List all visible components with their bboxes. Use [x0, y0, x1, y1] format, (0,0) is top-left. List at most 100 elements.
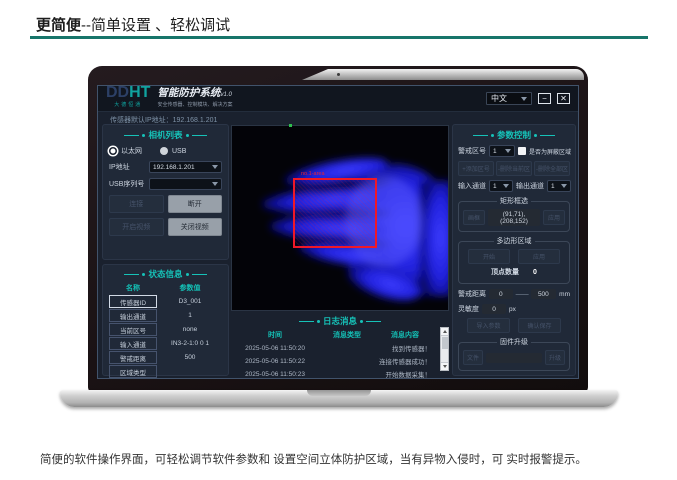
add-zone-button[interactable]: +添加区号	[458, 161, 494, 176]
delete-all-zones-button[interactable]: -删除全部区	[534, 161, 570, 176]
scroll-up-button[interactable]	[441, 328, 448, 336]
distance-unit-label: mm	[559, 291, 570, 298]
status-table: 名称 参数值 传感器IDD3_001 输出通道1 当前区号none 输入通道IN…	[108, 281, 223, 379]
sensitivity-unit-label: px	[509, 306, 516, 313]
detection-region-label: no.1-area	[301, 171, 325, 177]
firmware-upgrade-group: 固件升级 文件 升级	[458, 337, 570, 371]
import-params-button[interactable]: 导入参数	[467, 318, 510, 333]
status-value	[158, 365, 222, 378]
log-scrollbar[interactable]	[440, 327, 449, 371]
status-info-header: 状态信息	[103, 268, 228, 280]
app-titlebar: DDHT 大德恒通 智能防护系统v1.0 安全传感器、控制模块、解决方案 中文 …	[98, 86, 578, 112]
disconnect-button[interactable]: 断开	[168, 195, 223, 213]
delete-current-zone-button[interactable]: -删除当前区	[496, 161, 532, 176]
output-channel-select[interactable]: 1	[547, 180, 571, 192]
alert-distance-max-field[interactable]: 500	[531, 289, 557, 299]
alert-distance-min-field[interactable]: 0	[489, 289, 513, 299]
close-button[interactable]: ✕	[557, 93, 570, 104]
confirm-save-button[interactable]: 确认保存	[518, 318, 561, 333]
ethernet-radio-label: 以太网	[121, 146, 142, 156]
minimize-button[interactable]: −	[538, 93, 551, 104]
rect-coords-value: (91,71), (208,152)	[488, 209, 540, 226]
laptop-lid-edge	[302, 69, 584, 80]
ip-address-value: 192.168.1.201	[153, 164, 195, 171]
log-title: 日志消息	[323, 315, 357, 327]
log-type	[319, 342, 375, 354]
status-value: 1	[158, 309, 222, 322]
polygon-area-group: 多边形区域 开始 应用 顶点数量 0	[458, 236, 570, 284]
app-window: DDHT 大德恒通 智能防护系统v1.0 安全传感器、控制模块、解决方案 中文 …	[97, 85, 579, 379]
zone-number-select[interactable]: 1	[489, 145, 515, 157]
status-info-panel: 状态信息 名称 参数值 传感器IDD3_001 输出通道1 当前区号none 输…	[102, 264, 229, 376]
firmware-file-input[interactable]	[486, 353, 542, 363]
log-col-type: 消息类型	[319, 329, 375, 341]
table-row: 2025-05-06 11:50:22连接传感器成功！	[232, 355, 434, 367]
ethernet-radio[interactable]	[109, 147, 117, 155]
laptop-base	[60, 390, 618, 407]
chevron-down-icon	[212, 182, 218, 186]
connect-button[interactable]: 连接	[109, 195, 164, 213]
status-name: 输入通道	[109, 337, 157, 350]
language-select-value: 中文	[491, 93, 507, 104]
log-header: 日志消息	[231, 315, 449, 327]
page-title-bold: 更简便	[36, 17, 81, 34]
draw-rect-button[interactable]: 画框	[463, 210, 485, 225]
usb-radio[interactable]	[160, 147, 168, 155]
detection-region-box[interactable]: no.1-area	[293, 178, 377, 248]
chevron-down-icon	[503, 184, 509, 188]
polygon-start-button[interactable]: 开始	[468, 249, 510, 264]
vertex-count-label: 顶点数量	[491, 267, 519, 277]
chevron-down-icon	[212, 165, 218, 169]
usb-radio-label: USB	[172, 148, 186, 155]
scrollbar-thumb[interactable]	[442, 337, 448, 349]
vertex-count-value: 0	[533, 269, 537, 276]
table-row: 2025-05-06 11:50:23开始数据采集！	[232, 368, 434, 379]
status-value: 500	[158, 351, 222, 364]
table-row: 区域类型	[109, 365, 222, 378]
ip-address-label: IP地址	[109, 162, 145, 172]
mask-area-checkbox[interactable]	[518, 147, 526, 155]
log-type	[319, 355, 375, 367]
firmware-upgrade-button[interactable]: 升级	[545, 350, 565, 365]
table-row: 输出通道1	[109, 309, 222, 322]
table-row: 当前区号none	[109, 323, 222, 336]
webcam-dot	[337, 73, 340, 76]
input-channel-select[interactable]: 1	[489, 180, 513, 192]
log-content: 开始数据采集！	[376, 368, 434, 379]
video-marker-dot	[289, 124, 292, 127]
log-col-time: 时间	[232, 329, 318, 341]
parameter-control-title: 参数控制	[497, 129, 531, 141]
status-value: IN3-2-1:0 0 1	[158, 337, 222, 350]
language-select[interactable]: 中文	[486, 92, 532, 105]
usb-serial-select[interactable]	[149, 178, 222, 190]
status-col-value: 参数值	[158, 282, 222, 294]
rectangle-select-title: 矩形框选	[497, 196, 531, 206]
log-table: 时间 消息类型 消息内容 2025-05-06 11:50:20找到传感器！ 2…	[231, 328, 435, 379]
chevron-down-icon	[521, 97, 527, 101]
page-caption: 简便的软件操作界面，可轻松调节软件参数和 设置空间立体防护区域，当有异物入侵时，…	[40, 451, 587, 467]
log-col-content: 消息内容	[376, 329, 434, 341]
scroll-down-button[interactable]	[441, 362, 448, 370]
status-name: 当前区号	[109, 323, 157, 336]
open-video-button[interactable]: 开启视频	[109, 218, 164, 236]
ip-address-select[interactable]: 192.168.1.201	[149, 161, 222, 173]
table-row: 输入通道IN3-2-1:0 0 1	[109, 337, 222, 350]
polygon-apply-button[interactable]: 应用	[518, 249, 560, 264]
firmware-upgrade-title: 固件升级	[497, 337, 531, 347]
scrollbar-track[interactable]	[441, 336, 448, 362]
camera-video-feed[interactable]: no.1-area	[231, 125, 449, 311]
sensitivity-field[interactable]: 0	[482, 304, 506, 314]
status-name: 区域类型	[109, 365, 157, 378]
table-row: 2025-05-06 11:50:20找到传感器！	[232, 342, 434, 354]
page-title: 更简便--简单设置 、轻松调试	[36, 14, 230, 35]
firmware-file-button[interactable]: 文件	[463, 350, 483, 365]
close-video-button[interactable]: 关闭视频	[168, 218, 223, 236]
camera-list-header: 相机列表	[103, 129, 228, 141]
parameter-control-header: 参数控制	[453, 129, 575, 141]
app-subtitle: 安全传感器、控制模块、解决方案	[157, 101, 232, 110]
zone-number-value: 1	[493, 148, 497, 155]
apply-rect-button[interactable]: 应用	[543, 210, 565, 225]
mask-area-label: 是否为屏蔽区域	[529, 147, 571, 156]
status-value: D3_001	[158, 295, 222, 308]
log-type	[319, 368, 375, 379]
